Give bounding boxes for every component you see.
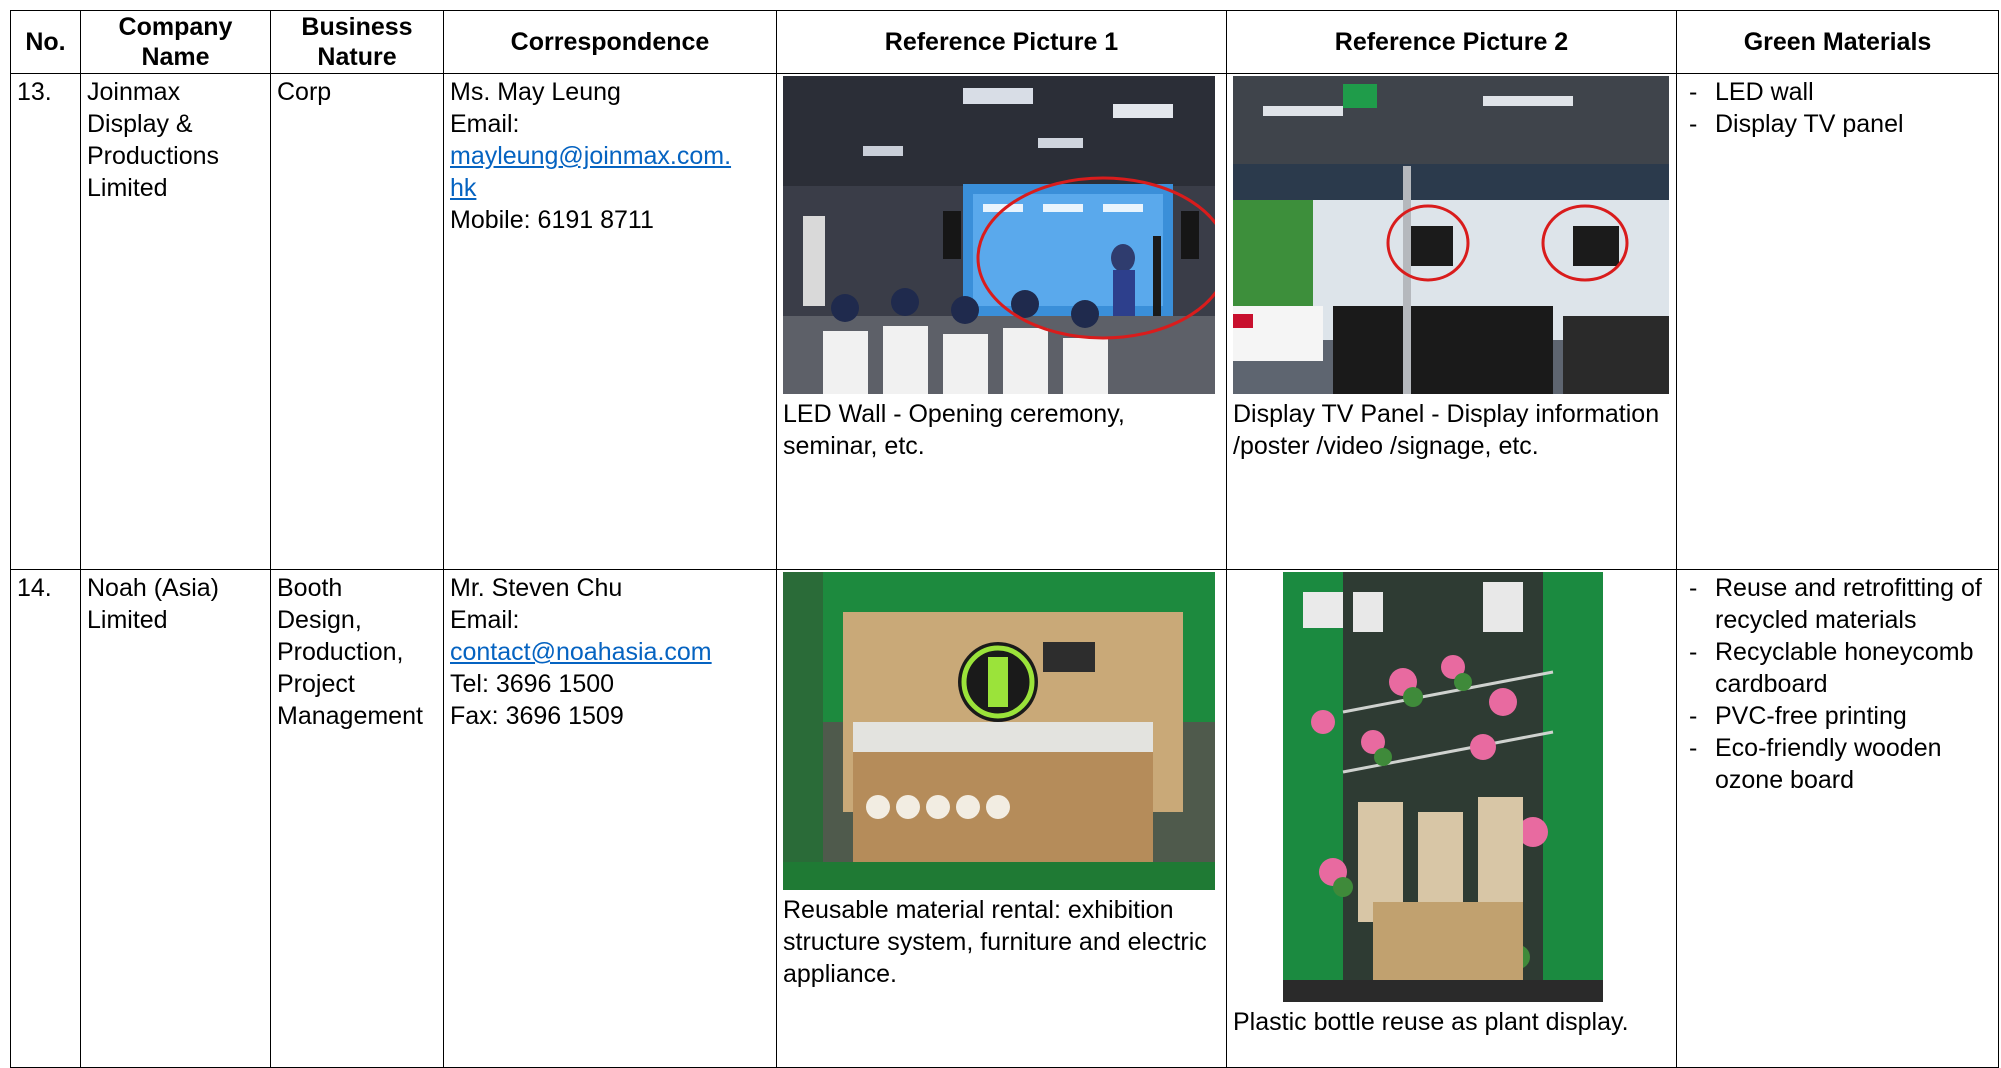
company-name: Joinmax Display & Productions Limited <box>80 73 271 570</box>
header-no: No. <box>10 10 81 74</box>
header-row: No. Company Name Business Nature Corresp… <box>10 10 1999 74</box>
business-nature: Booth Design, Production, Project Manage… <box>270 569 444 1068</box>
business-nature-line: Booth <box>277 574 343 602</box>
plant-display-photo <box>1283 572 1603 1002</box>
reference-picture-1-cell: LED Wall - Opening ceremony, seminar, et… <box>776 73 1227 570</box>
reference-picture-1-caption: LED Wall - Opening ceremony, seminar, et… <box>783 400 1125 460</box>
business-nature-line: Corp <box>277 78 332 106</box>
led-wall-seminar-photo <box>783 76 1215 394</box>
display-tv-panel-booth-photo <box>1233 76 1669 394</box>
email-link-line[interactable]: mayleung@joinmax.com. <box>450 140 770 172</box>
list-item: Reuse and retrofitting of recycled mater… <box>1683 572 1992 636</box>
header-reference-picture-1: Reference Picture 1 <box>776 10 1227 74</box>
header-company-name: Company Name <box>80 10 271 74</box>
header-correspondence: Correspondence <box>443 10 777 74</box>
table-row: 13. Joinmax Display & Productions Limite… <box>10 73 1999 570</box>
reference-picture-2-caption: Display TV Panel - Display information /… <box>1233 400 1660 460</box>
company-table: No. Company Name Business Nature Corresp… <box>10 10 1999 1068</box>
company-name-line: Limited <box>87 174 168 202</box>
green-materials-list: Reuse and retrofitting of recycled mater… <box>1683 572 1992 796</box>
email-label: Email: <box>450 110 520 138</box>
phone-number: Mobile: 6191 8711 <box>450 206 654 234</box>
contact-name: Mr. Steven Chu <box>450 574 623 602</box>
header-business-nature: Business Nature <box>270 10 444 74</box>
correspondence: Ms. May Leung Email: mayleung@joinmax.co… <box>443 73 777 570</box>
fax-number: Fax: 3696 1509 <box>450 702 624 730</box>
list-item: Display TV panel <box>1683 108 1992 140</box>
company-name: Noah (Asia) Limited <box>80 569 271 1068</box>
company-name-line: Display & <box>87 110 193 138</box>
business-nature-line: Production, <box>277 638 404 666</box>
row-number: 14. <box>10 569 81 1068</box>
table-row: 14. Noah (Asia) Limited Booth Design, Pr… <box>10 569 1999 1068</box>
phone-number: Tel: 3696 1500 <box>450 670 615 698</box>
email-link[interactable]: mayleung@joinmax.com. hk <box>450 140 770 204</box>
company-name-line: Joinmax <box>87 78 181 106</box>
reference-picture-1-caption: Reusable material rental: exhibition str… <box>783 896 1207 988</box>
list-item: PVC-free printing <box>1683 700 1992 732</box>
header-green-materials: Green Materials <box>1676 10 1999 74</box>
green-materials: Reuse and retrofitting of recycled mater… <box>1676 569 1999 1068</box>
email-link-line[interactable]: hk <box>450 172 770 204</box>
correspondence: Mr. Steven Chu Email: contact@noahasia.c… <box>443 569 777 1068</box>
email-link[interactable]: contact@noahasia.com <box>450 636 770 668</box>
list-item: LED wall <box>1683 76 1992 108</box>
list-item: Eco-friendly wooden ozone board <box>1683 732 1992 796</box>
company-name-line: Limited <box>87 606 168 634</box>
reference-picture-2-cell: Display TV Panel - Display information /… <box>1226 73 1677 570</box>
business-nature-line: Design, <box>277 606 362 634</box>
company-name-line: Productions <box>87 142 220 170</box>
business-nature: Corp <box>270 73 444 570</box>
business-nature-line: Project <box>277 670 355 698</box>
green-exhibition-booth-photo <box>783 572 1215 890</box>
list-item: Recyclable honeycomb cardboard <box>1683 636 1992 700</box>
header-reference-picture-2: Reference Picture 2 <box>1226 10 1677 74</box>
green-materials-list: LED wall Display TV panel <box>1683 76 1992 140</box>
email-link-line[interactable]: contact@noahasia.com <box>450 636 770 668</box>
contact-name: Ms. May Leung <box>450 78 621 106</box>
business-nature-line: Management <box>277 702 423 730</box>
green-materials: LED wall Display TV panel <box>1676 73 1999 570</box>
reference-picture-2-caption: Plastic bottle reuse as plant display. <box>1233 1008 1629 1036</box>
row-number: 13. <box>10 73 81 570</box>
email-label: Email: <box>450 606 520 634</box>
company-name-line: Noah (Asia) <box>87 574 219 602</box>
reference-picture-1-cell: Reusable material rental: exhibition str… <box>776 569 1227 1068</box>
reference-picture-2-cell: Plastic bottle reuse as plant display. <box>1226 569 1677 1068</box>
